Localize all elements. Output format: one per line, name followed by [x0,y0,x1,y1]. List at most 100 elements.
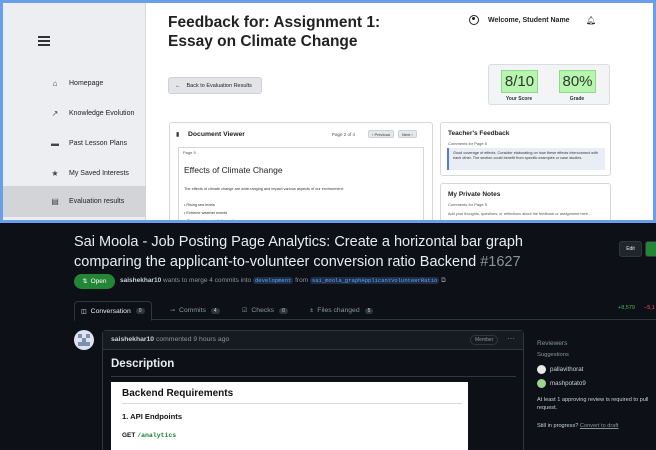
diff-additions: +8,579 [618,305,635,311]
pr-tabs: ◫ Conversation 0 ⊸ Commits 4 ☑ Checks 0 … [74,301,656,321]
reviewers-heading[interactable]: Reviewers [537,340,567,347]
score-value: 8/10 [501,70,538,93]
avatar [537,379,546,388]
sidebar-item-label: Evaluation results [69,198,125,205]
checks-icon: ☑ [242,308,248,314]
tab-label: Files changed [317,307,360,314]
sidebar-item-saved-interests[interactable]: ★ My Saved Interests [3,159,146,187]
tab-count: 4 [210,307,220,314]
teacher-feedback-card: Teacher's Feedback Comments for Page 5 G… [440,122,611,176]
pr-number: #1627 [480,254,521,270]
page-indicator: Page 2 of 4 [332,132,356,137]
head-branch[interactable]: sai_moola_graphApplicantVolunteerRatio [309,277,440,284]
draft-prompt: Still in progress? Convert to draft [537,423,618,429]
back-button[interactable]: ← Back to Evaluation Results [168,77,262,94]
document-page-label: Page 5 [183,150,196,155]
code-button[interactable] [645,241,656,257]
document-page: Page 5 Effects of Climate Change The eff… [178,147,424,220]
diff-deletions: −5,1 [644,305,655,311]
divider [122,403,462,404]
comment-header: saishekhar10 commented 9 hours ago Membe… [103,331,523,350]
comment-timestamp[interactable]: commented 9 hours ago [156,336,229,343]
list-item: • Extreme weather events [184,211,228,215]
endpoint-path: /analytics [137,432,177,439]
review-requirement-note: At least 1 approving review is required … [537,397,649,411]
avatar [537,365,546,374]
document-paragraph: The effects of climate change are wide-r… [184,187,344,191]
private-notes-card: My Private Notes Comments for Page 5 Add… [440,183,611,220]
grade-value: 80% [559,70,596,93]
sidebar-item-knowledge-evolution[interactable]: ↗ Knowledge Evolution [3,99,146,127]
tab-files-changed[interactable]: ± Files changed 5 [310,301,374,320]
tab-count: 0 [279,307,288,314]
document-heading: Effects of Climate Change [184,165,283,175]
tab-checks[interactable]: ☑ Checks 0 [242,301,288,320]
reviewer-suggestion[interactable]: pallavithorat [537,365,583,374]
back-button-label: Back to Evaluation Results [186,82,252,89]
status-badge: ⇅ Open [74,274,115,289]
welcome-text: Welcome, Student Name [488,16,570,24]
score-card: 8/10 Your Score 80% Grade [488,64,610,105]
kebab-menu-icon[interactable]: ··· [507,334,515,343]
status-badge-label: Open [90,278,107,285]
comment-author-link[interactable]: saishekhar10 [111,336,154,343]
draft-prompt-text: Still in progress? [537,423,579,429]
github-pr-window: Sai Moola - Job Posting Page Analytics: … [0,226,656,450]
reviewer-suggestion[interactable]: mashpotato9 [537,379,586,388]
notes-input[interactable]: Add your thoughts, questions, or reflect… [448,212,606,217]
sidebar: ⌂ Homepage ↗ Knowledge Evolution ▬ Past … [3,3,146,220]
page-title-line1: Feedback for: Assignment 1: [168,14,381,31]
copy-icon[interactable]: ⧉ [441,277,446,284]
bell-icon[interactable]: 🔔︎ [586,16,596,25]
tab-label: Commits [179,307,206,314]
sidebar-item-past-lesson-plans[interactable]: ▬ Past Lesson Plans [3,129,146,157]
user-icon [469,15,479,25]
tab-label: Checks [251,307,275,314]
avatar[interactable] [74,330,94,350]
page-title: Feedback for: Assignment 1: Essay on Cli… [168,13,380,51]
feedback-subtitle: Comments for Page 5 [448,141,487,146]
sidebar-item-label: Homepage [69,79,104,87]
tab-label: Conversation [90,307,131,315]
sidebar-item-homepage[interactable]: ⌂ Homepage [3,69,146,97]
base-branch[interactable]: development [252,277,294,284]
hamburger-menu-icon[interactable] [38,36,50,46]
notes-subtitle: Comments for Page 5 [448,202,487,207]
doc-icon: ▤ [51,197,59,206]
pr-description-comment: saishekhar10 commented 9 hours ago Membe… [102,330,524,450]
document-viewer-title: Document Viewer [188,131,245,138]
pr-title: Sai Moola - Job Posting Page Analytics: … [74,232,574,272]
md-subheading: 1. API Endpoints [122,412,183,421]
home-icon: ⌂ [52,78,58,88]
member-badge: Member [470,335,499,345]
user-menu[interactable]: Welcome, Student Name [469,15,570,25]
edit-button[interactable]: Edit [619,241,642,257]
previous-button[interactable]: ‹ Previous [368,130,395,138]
sidebar-item-label: My Saved Interests [69,169,129,177]
document-icon: ▮ [176,132,180,138]
divider [111,376,516,377]
feedback-text: Good coverage of effects. Consider elabo… [447,148,605,170]
feedback-title: Teacher's Feedback [448,130,510,137]
tab-commits[interactable]: ⊸ Commits 4 [170,301,220,320]
pr-meta: saishekhar10 wants to merge 4 commits in… [120,277,446,285]
commit-icon: ⊸ [170,308,176,314]
folder-icon: ▬ [51,138,59,148]
tab-conversation[interactable]: ◫ Conversation 0 [74,301,152,321]
document-viewer: ▮ Document Viewer Page 2 of 4 ‹ Previous… [169,122,433,220]
pr-meta-from: from [295,277,309,284]
reviewer-name: pallavithorat [550,366,584,373]
arrow-left-icon: ← [175,82,181,89]
tab-count: 5 [364,307,374,314]
sidebar-item-label: Knowledge Evolution [69,109,135,117]
md-endpoint: GET /analytics [122,432,176,439]
convert-to-draft-link[interactable]: Convert to draft [580,423,619,429]
files-icon: ± [310,307,314,314]
pr-meta-text: wants to merge 4 commits into [163,277,252,284]
reviewer-name: mashpotato9 [550,380,586,387]
sidebar-item-evaluation-results[interactable]: ▤ Evaluation results [3,186,146,217]
comment-icon: ◫ [81,308,87,315]
pr-title-text: Sai Moola - Job Posting Page Analytics: … [74,234,523,270]
pr-author-link[interactable]: saishekhar10 [120,277,161,284]
next-button[interactable]: Next › [398,130,417,138]
